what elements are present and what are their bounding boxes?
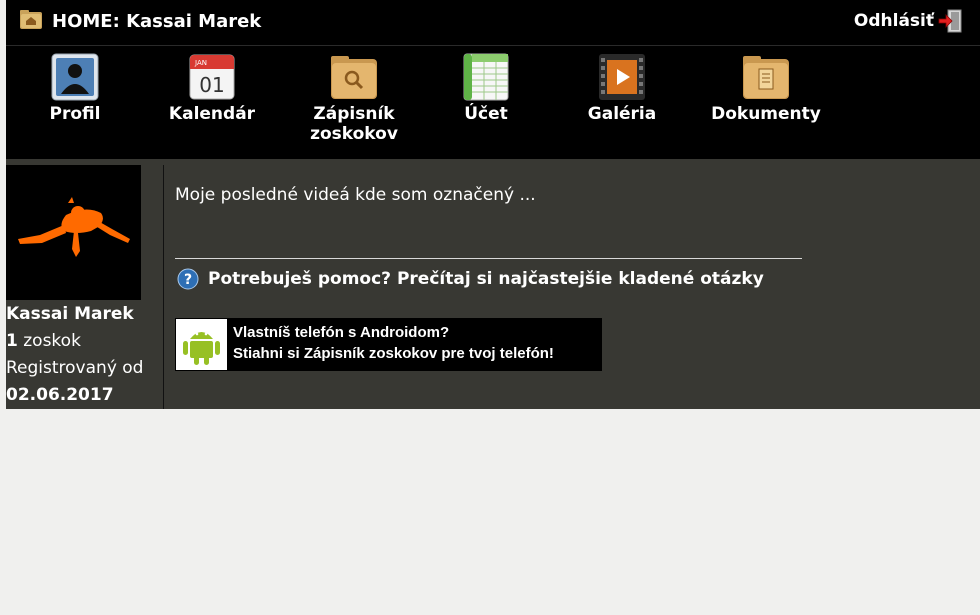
avatar[interactable] — [6, 165, 141, 300]
menu-item-galeria[interactable]: Galéria — [562, 52, 682, 124]
menu-item-kalendar[interactable]: JAN 01 Kalendár — [152, 52, 272, 124]
android-banner-line2: Stiahni si Zápisník zoskokov pre tvoj te… — [233, 345, 554, 362]
jump-count: 1 zoskok — [6, 331, 81, 351]
logout-label: Odhlásiť — [853, 11, 934, 31]
spreadsheet-icon — [463, 53, 509, 101]
android-app-banner[interactable]: Vlastníš telefón s Androidom? Stiahni si… — [175, 318, 602, 371]
calendar-icon: JAN 01 — [189, 54, 235, 100]
question-icon: ? — [177, 268, 199, 290]
android-icon — [183, 332, 220, 365]
tagged-videos-heading[interactable]: Moje posledné videá kde som označený ... — [175, 185, 536, 205]
menu-item-dokumenty[interactable]: Dokumenty — [706, 52, 826, 124]
menu-item-zapisnik[interactable]: Zápisník zoskokov — [294, 52, 414, 144]
jump-count-value: 1 — [6, 331, 18, 351]
calendar-month: JAN — [194, 59, 207, 67]
registered-label: Registrovaný od — [6, 358, 144, 378]
calendar-day: 01 — [199, 73, 224, 97]
logbook-folder-icon — [331, 56, 377, 99]
menu-item-profil[interactable]: Profil — [15, 52, 135, 124]
user-name: Kassai Marek — [6, 304, 134, 324]
svg-text:?: ? — [184, 272, 192, 288]
main-menu: Profil JAN 01 Kalendár Zápisník zoskokov — [6, 46, 980, 159]
page-title: HOME: Kassai Marek — [52, 11, 262, 32]
logout-door-icon — [938, 9, 962, 33]
jump-count-label: zoskok — [23, 331, 81, 351]
registered-date: 02.06.2017 — [6, 385, 114, 405]
menu-label-zapisnik: Zápisník zoskokov — [310, 104, 398, 144]
top-bar: HOME: Kassai Marek Odhlásiť — [6, 0, 980, 46]
menu-label-kalendar: Kalendár — [168, 104, 256, 124]
menu-label-ucet: Účet — [464, 104, 508, 124]
menu-label-galeria: Galéria — [587, 104, 657, 124]
help-link[interactable]: ? Potrebuješ pomoc? Prečítaj si najčaste… — [177, 268, 764, 290]
logout-button[interactable]: Odhlásiť — [854, 9, 962, 33]
home-folder-icon[interactable] — [20, 9, 42, 29]
skydiver-avatar-icon — [18, 197, 130, 257]
android-banner-line1: Vlastníš telefón s Androidom? — [233, 324, 450, 341]
menu-label-profil: Profil — [49, 104, 101, 124]
divider — [175, 258, 802, 259]
help-text: Potrebuješ pomoc? Prečítaj si najčastejš… — [208, 269, 764, 289]
profile-icon — [51, 53, 99, 101]
user-sidebar: Kassai Marek 1 zoskok Registrovaný od 02… — [6, 165, 164, 409]
documents-folder-icon — [743, 56, 789, 99]
film-icon — [599, 54, 645, 100]
menu-label-dokumenty: Dokumenty — [711, 104, 821, 124]
menu-item-ucet[interactable]: Účet — [426, 52, 546, 124]
android-icon-box — [176, 319, 227, 370]
